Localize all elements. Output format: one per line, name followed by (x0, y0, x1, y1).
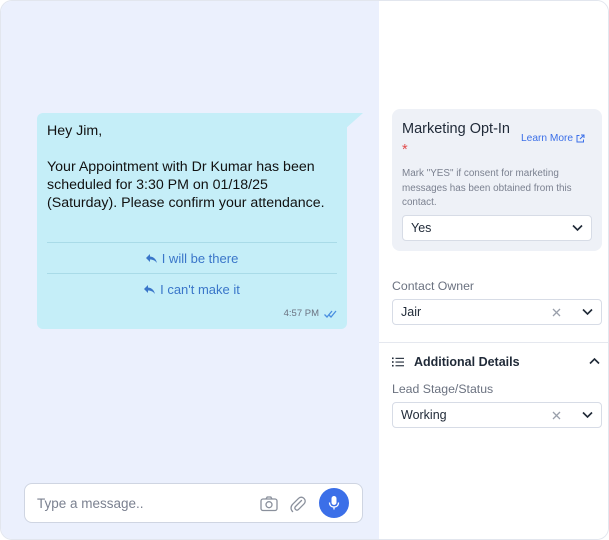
lead-stage-select[interactable]: Working (392, 402, 602, 428)
chevron-down-icon (582, 308, 593, 316)
section-divider (379, 342, 608, 343)
additional-details-toggle[interactable]: Additional Details (392, 353, 602, 371)
quick-reply-will-attend[interactable]: I will be there (47, 242, 337, 273)
message-input[interactable] (37, 493, 247, 513)
quick-reply-cannot-attend[interactable]: I can't make it (47, 273, 337, 304)
contact-owner-select[interactable]: Jair (392, 299, 602, 325)
attachment-icon[interactable] (288, 494, 308, 514)
quick-reply-label: I will be there (161, 250, 239, 266)
message-composer (24, 483, 363, 523)
clear-icon[interactable] (552, 411, 561, 420)
message-bubble-tail (345, 113, 363, 129)
double-check-icon (324, 310, 337, 318)
marketing-optin-select[interactable]: Yes (402, 215, 592, 241)
app-frame: Hey Jim, Your Appointment with Dr Kumar … (0, 0, 609, 540)
camera-icon[interactable] (259, 494, 279, 514)
voice-record-button[interactable] (319, 488, 349, 518)
marketing-optin-card: Marketing Opt-In * Learn More Mark "YES"… (392, 109, 602, 251)
chevron-down-icon (572, 224, 583, 232)
message-time: 4:57 PM (283, 308, 319, 319)
lead-stage-value: Working (401, 408, 447, 422)
contact-details-panel: Marketing Opt-In * Learn More Mark "YES"… (379, 1, 608, 539)
message-bubble: Hey Jim, Your Appointment with Dr Kumar … (37, 113, 347, 329)
list-icon (392, 357, 404, 367)
additional-details-title: Additional Details (414, 355, 520, 369)
marketing-optin-value: Yes (411, 221, 432, 235)
message-meta: 4:57 PM (284, 308, 337, 319)
message-text: Hey Jim, Your Appointment with Dr Kumar … (47, 123, 325, 211)
reply-arrow-icon (145, 253, 157, 263)
reply-arrow-icon (144, 284, 156, 294)
microphone-icon (328, 496, 340, 510)
clear-icon[interactable] (552, 308, 561, 317)
required-asterisk: * (402, 142, 408, 158)
external-link-icon (576, 134, 585, 143)
marketing-optin-description: Mark "YES" if consent for marketing mess… (402, 168, 572, 209)
quick-reply-label: I can't make it (160, 281, 240, 297)
lead-stage-label: Lead Stage/Status (392, 382, 494, 396)
chevron-down-icon (582, 411, 593, 419)
learn-more-link[interactable]: Learn More (521, 133, 585, 144)
chevron-up-icon (589, 357, 600, 365)
chat-panel: Hey Jim, Your Appointment with Dr Kumar … (1, 1, 379, 539)
contact-owner-label: Contact Owner (392, 279, 475, 293)
marketing-optin-title: Marketing Opt-In * (402, 121, 510, 158)
contact-owner-value: Jair (401, 305, 422, 319)
